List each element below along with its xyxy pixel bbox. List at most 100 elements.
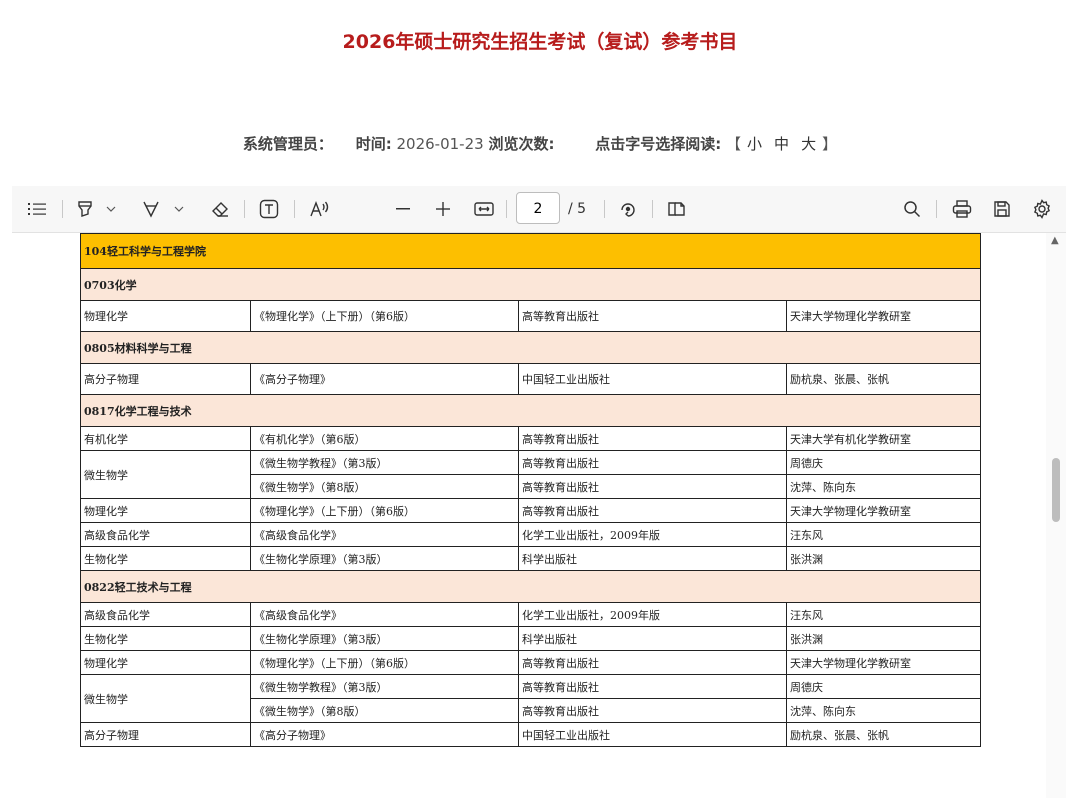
publisher-cell: 高等教育出版社 <box>518 698 787 723</box>
table-row: 高级食品化学 《高级食品化学》 化学工业出版社，2009年版 汪东风 <box>80 522 981 547</box>
major-header-row: 0817化学工程与技术 <box>80 394 981 427</box>
major-name: 0805材料科学与工程 <box>80 331 981 364</box>
publisher-cell: 中国轻工业出版社 <box>518 722 787 747</box>
author-cell: 天津大学物理化学教研室 <box>786 650 981 675</box>
book-cell: 《微生物学教程》（第3版） <box>250 450 519 475</box>
course-cell: 高级食品化学 <box>80 522 251 547</box>
scrollbar-thumb[interactable] <box>1052 458 1060 522</box>
publisher-cell: 中国轻工业出版社 <box>518 363 787 395</box>
publisher-cell: 化学工业出版社，2009年版 <box>518 602 787 627</box>
table-row: 生物化学 《生物化学原理》（第3版） 科学出版社 张洪渊 <box>80 546 981 571</box>
book-cell: 《高级食品化学》 <box>250 522 519 547</box>
page-view-icon[interactable] <box>664 186 688 232</box>
table-row: 物理化学 《物理化学》（上下册）（第6版） 高等教育出版社 天津大学物理化学教研室 <box>80 300 981 332</box>
draw-dropdown-icon[interactable] <box>172 186 186 232</box>
major-header-row: 0822轻工技术与工程 <box>80 570 981 603</box>
course-cell: 物理化学 <box>80 300 251 332</box>
scroll-up-arrow-icon[interactable]: ▲ <box>1051 235 1059 246</box>
table-row: 物理化学 《物理化学》（上下册）（第6版） 高等教育出版社 天津大学物理化学教研室 <box>80 498 981 523</box>
course-cell: 生物化学 <box>80 626 251 651</box>
book-cell: 《生物化学原理》（第3版） <box>250 626 519 651</box>
bracket-open: 【 <box>726 135 742 153</box>
author-cell: 沈萍、陈向东 <box>786 698 981 723</box>
publisher-cell: 高等教育出版社 <box>518 498 787 523</box>
book-cell: 《高分子物理》 <box>250 363 519 395</box>
book-cell: 《微生物学》（第8版） <box>250 698 519 723</box>
author-cell: 天津大学有机化学教研室 <box>786 426 981 451</box>
contents-icon[interactable] <box>24 186 50 232</box>
author-cell: 周德庆 <box>786 450 981 475</box>
pdf-toolbar: 2 / 5 <box>12 186 1066 233</box>
text-box-icon[interactable] <box>257 186 281 232</box>
book-cell: 《有机化学》（第6版） <box>250 426 519 451</box>
major-header-row: 0703化学 <box>80 268 981 301</box>
book-cell: 《物理化学》（上下册）（第6版） <box>250 300 519 332</box>
table-row: 高分子物理 《高分子物理》 中国轻工业出版社 励杭泉、张晨、张帆 <box>80 363 981 395</box>
page-total: / 5 <box>568 201 587 217</box>
publisher-cell: 高等教育出版社 <box>518 300 787 332</box>
pdf-viewer[interactable]: 104轻工科学与工程学院 0703化学 物理化学 《物理化学》（上下册）（第6版） 高等… <box>12 233 1066 798</box>
fit-width-icon[interactable] <box>472 186 496 232</box>
zoom-out-icon[interactable] <box>392 186 414 232</box>
publisher-cell: 化学工业出版社，2009年版 <box>518 522 787 547</box>
table-row: 微生物学 《微生物学教程》（第3版） 高等教育出版社 周德庆 <box>80 674 981 723</box>
publisher-cell: 高等教育出版社 <box>518 674 787 699</box>
table-row: 微生物学 《微生物学教程》（第3版） 高等教育出版社 周德庆 <box>80 450 981 499</box>
book-cell: 《物理化学》（上下册）（第6版） <box>250 498 519 523</box>
font-size-medium-link[interactable]: 中 <box>774 133 789 154</box>
time-value: 2026-01-23 <box>396 135 484 153</box>
course-cell: 高分子物理 <box>80 363 251 395</box>
erase-icon[interactable] <box>208 186 232 232</box>
publisher-cell: 科学出版社 <box>518 626 787 651</box>
settings-icon[interactable] <box>1030 186 1054 232</box>
college-name: 104轻工科学与工程学院 <box>80 233 981 269</box>
highlight-dropdown-icon[interactable] <box>104 186 118 232</box>
page-number-input[interactable]: 2 <box>516 192 560 224</box>
draw-icon[interactable] <box>140 186 162 232</box>
author-cell: 励杭泉、张晨、张帆 <box>786 722 981 747</box>
scrollbar[interactable]: ▲ <box>1046 233 1066 798</box>
article-meta: 系统管理员： 时间: 2026-01-23 浏览次数: 点击字号选择阅读: 【小… <box>0 133 1080 154</box>
course-cell: 高分子物理 <box>80 722 251 747</box>
author-cell: 汪东风 <box>786 602 981 627</box>
print-icon[interactable] <box>950 186 974 232</box>
author-cell: 励杭泉、张晨、张帆 <box>786 363 981 395</box>
zoom-in-icon[interactable] <box>432 186 454 232</box>
rotate-icon[interactable] <box>616 186 640 232</box>
font-size-large-link[interactable]: 大 <box>801 133 816 154</box>
course-cell: 微生物学 <box>80 450 251 499</box>
course-cell: 生物化学 <box>80 546 251 571</box>
table-row: 物理化学 《物理化学》（上下册）（第6版） 高等教育出版社 天津大学物理化学教研室 <box>80 650 981 675</box>
major-name: 0822轻工技术与工程 <box>80 570 981 603</box>
course-cell: 微生物学 <box>80 674 251 723</box>
table-row: 高分子物理 《高分子物理》 中国轻工业出版社 励杭泉、张晨、张帆 <box>80 722 981 747</box>
search-icon[interactable] <box>900 186 924 232</box>
publisher-cell: 高等教育出版社 <box>518 450 787 475</box>
book-cell: 《物理化学》（上下册）（第6版） <box>250 650 519 675</box>
book-cell: 《微生物学》（第8版） <box>250 474 519 499</box>
author-cell: 沈萍、陈向东 <box>786 474 981 499</box>
time-label: 时间: <box>355 135 392 153</box>
book-cell: 《微生物学教程》（第3版） <box>250 674 519 699</box>
major-name: 0817化学工程与技术 <box>80 394 981 427</box>
book-cell: 《高分子物理》 <box>250 722 519 747</box>
font-size-small-link[interactable]: 小 <box>747 133 762 154</box>
author-cell: 周德庆 <box>786 674 981 699</box>
college-header-row: 104轻工科学与工程学院 <box>80 233 981 269</box>
highlight-icon[interactable] <box>74 186 96 232</box>
publisher-cell: 科学出版社 <box>518 546 787 571</box>
table-row: 高级食品化学 《高级食品化学》 化学工业出版社，2009年版 汪东风 <box>80 602 981 627</box>
author-cell: 天津大学物理化学教研室 <box>786 498 981 523</box>
book-cell: 《生物化学原理》（第3版） <box>250 546 519 571</box>
font-size-label: 点击字号选择阅读: <box>595 135 722 153</box>
author-cell: 汪东风 <box>786 522 981 547</box>
book-cell: 《高级食品化学》 <box>250 602 519 627</box>
views-label: 浏览次数: <box>488 135 555 153</box>
page-title: 2026年硕士研究生招生考试（复试）参考书目 <box>342 31 738 53</box>
table-row: 生物化学 《生物化学原理》（第3版） 科学出版社 张洪渊 <box>80 626 981 651</box>
reference-book-table: 104轻工科学与工程学院 0703化学 物理化学 《物理化学》（上下册）（第6版） 高等… <box>80 233 981 747</box>
course-cell: 物理化学 <box>80 498 251 523</box>
author-cell: 张洪渊 <box>786 546 981 571</box>
save-icon[interactable] <box>990 186 1014 232</box>
read-aloud-icon[interactable] <box>308 186 332 232</box>
